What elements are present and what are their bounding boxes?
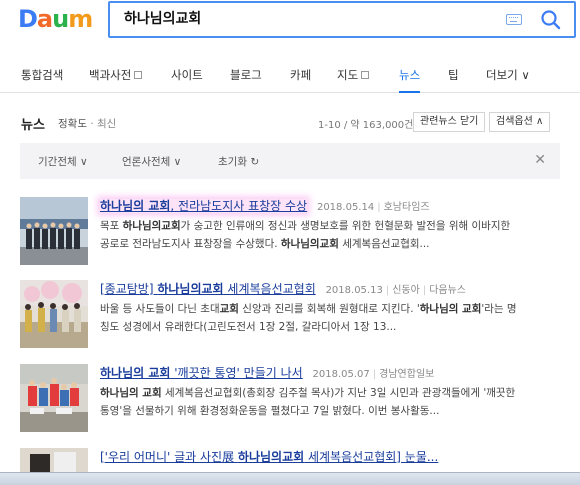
news-source[interactable]: 경남연합일보 [379,369,434,380]
keyboard-icon[interactable] [506,14,522,25]
search-options-button[interactable]: 검색옵션 ∧ [489,112,551,132]
snippet-text: 칭도 성경에서 유래한다(고린도전서 1장 2절, 갈라디아서 1장 13... [100,321,397,333]
thumbnail-image[interactable] [20,280,88,348]
tab-map[interactable]: 지도 [337,67,370,83]
news-source[interactable]: 신동아 [392,285,420,296]
sort-recent[interactable]: 최신 [97,118,116,130]
period-filter[interactable]: 기간전체 ∨ [38,154,88,169]
sort-options: 정확도 · 최신 [58,116,116,131]
snippet-keyword: 하나님의 교회 [100,387,162,399]
daum-logo[interactable]: Daum [18,5,93,33]
snippet-text: 세계복음선교협회(총회장 김주철 목사)가 지난 3일 시민과 관광객들에게 '… [161,387,516,399]
taskbar-edge [0,472,580,485]
title-prefix: [종교탐방] [100,282,158,296]
news-title-row: 하나님의 교회, 전라남도지사 표창장 수상 2018.05.14 | 호남타임즈 [100,197,430,214]
snippet-text: 공로로 전라남도지사 표창장을 수상했다. [100,238,281,250]
news-title-row: ['우리 어머니' 글과 사진展 하나님의교회 세계복음선교협회] 눈물... [100,448,438,465]
thumbnail-image[interactable] [20,197,88,265]
press-filter[interactable]: 언론사전체 ∨ [122,154,181,169]
news-title-link[interactable]: 하나님의 교회, 전라남도지사 표창장 수상 [100,199,308,213]
tab-cafe[interactable]: 카페 [290,67,311,83]
close-icon[interactable]: ✕ [534,152,546,168]
snippet-text: 가 숭고한 인류애의 정신과 생명보호를 위한 헌혈문화 발전을 위해 이바지한 [180,220,511,232]
snippet-keyword: 하나님의교회 [280,238,339,250]
reset-button[interactable]: 초기화 ↻ [218,154,259,169]
snippet-keyword: 하나님의교회 [122,220,181,232]
news-title-link[interactable]: ['우리 어머니' 글과 사진展 하나님의교회 세계복음선교협회] 눈물... [100,450,438,464]
toggle-box-icon [134,71,143,79]
snippet-text: 신앙과 진리를 회복해 원형대로 지킨다. ' [238,303,420,315]
sort-separator: · [90,118,94,130]
title-prefix: ['우리 어머니' 글과 사진展 [100,450,238,464]
filter-bar: 기간전체 ∨ 언론사전체 ∨ 초기화 ↻ ✕ [20,143,560,179]
news-source-daum[interactable]: 다음뉴스 [429,285,466,296]
tab-label: 지도 [337,68,359,82]
snippet-keyword: 교회 [219,303,239,315]
news-title-link[interactable]: [종교탐방] 하나님의교회 세계복음선교협회 [100,282,316,296]
news-title-row: [종교탐방] 하나님의교회 세계복음선교협회 2018.05.13 | 신동아 | 다음… [100,280,466,297]
news-meta: 2018.05.07 | 경남연합일보 [312,369,435,380]
news-item: ['우리 어머니' 글과 사진展 하나님의교회 세계복음선교협회] 눈물... [20,448,570,472]
snippet-text: 목포 [100,220,123,232]
news-meta: 2018.05.13 | 신동아 | 다음뉴스 [325,285,466,296]
title-keyword: 하나님의 교회 [100,199,171,213]
news-snippet: 하나님의 교회 세계복음선교협회(총회장 김주철 목사)가 지난 3일 시민과 … [100,384,565,420]
news-meta: 2018.05.14 | 호남타임즈 [316,202,430,213]
tab-site[interactable]: 사이트 [171,67,203,83]
news-date: 2018.05.14 [316,202,375,213]
search-input[interactable] [124,10,474,26]
news-date: 2018.05.07 [312,369,370,380]
sort-accuracy[interactable]: 정확도 [58,118,87,130]
search-box [108,1,576,38]
related-news-close-button[interactable]: 관련뉴스 닫기 [413,112,486,132]
tab-news[interactable]: 뉴스 [399,67,421,93]
news-snippet: 바울 등 사도들이 다닌 초대교회 신앙과 진리를 회복해 원형대로 지킨다. … [100,300,565,336]
title-rest: '깨끗한 통영' 만들기 나서 [170,366,303,380]
news-source[interactable]: 호남타임즈 [384,202,430,213]
news-snippet: 목포 하나님의교회가 숭고한 인류애의 정신과 생명보호를 위한 헌혈문화 발전… [100,217,565,253]
news-item: [종교탐방] 하나님의교회 세계복음선교협회 2018.05.13 | 신동아 | 다음… [20,280,570,352]
title-rest: 세계복음선교협회 [223,282,316,296]
title-keyword: 하나님의교회 [157,282,224,296]
news-item: 하나님의 교회, 전라남도지사 표창장 수상 2018.05.14 | 호남타임즈 … [20,197,570,269]
title-rest: , 전라남도지사 표창장 수상 [170,199,308,213]
snippet-keyword: 하나님의 교회 [419,303,482,315]
tab-total[interactable]: 통합검색 [21,67,63,83]
news-header: 뉴스 정확도 · 최신 1-10 / 약 163,000건 관련뉴스 닫기 검색… [0,108,580,136]
tab-encyclopedia[interactable]: 백과사전 [89,67,143,83]
tab-tip[interactable]: 팁 [448,67,459,83]
tab-more[interactable]: 더보기 ∨ [486,67,530,83]
toggle-box-icon [361,71,370,79]
header: Daum [0,0,580,50]
thumbnail-image[interactable] [20,364,88,432]
tab-blog[interactable]: 블로그 [230,67,262,83]
snippet-text: 통영'을 선물하기 위해 환경정화운동을 펼쳤다고 7일 밝혔다. 이번 봉사활… [100,405,440,417]
snippet-text: 바울 등 사도들이 다닌 초대 [100,303,220,315]
title-rest: 세계복음선교협회] 눈물... [304,450,439,464]
search-tabs: 통합검색 백과사전 사이트 블로그 카페 지도 뉴스 팁 더보기 ∨ [0,57,580,93]
news-item: 하나님의 교회 '깨끗한 통영' 만들기 나서 2018.05.07 | 경남연합일… [20,364,570,436]
snippet-text: 세계복음선교협회... [338,238,430,250]
tab-label: 백과사전 [89,68,132,82]
title-keyword: 하나님의 교회 [100,366,171,380]
result-count: 1-10 / 약 163,000건 [318,120,414,131]
section-title: 뉴스 [21,118,45,133]
news-title-row: 하나님의 교회 '깨끗한 통영' 만들기 나서 2018.05.07 | 경남연합일… [100,364,434,381]
news-title-link[interactable]: 하나님의 교회 '깨끗한 통영' 만들기 나서 [100,366,303,380]
thumbnail-image[interactable] [20,448,88,472]
title-keyword: 하나님의교회 [237,450,305,464]
news-date: 2018.05.13 [325,285,383,296]
search-icon[interactable] [540,9,562,31]
snippet-text: '라는 명 [481,303,517,315]
